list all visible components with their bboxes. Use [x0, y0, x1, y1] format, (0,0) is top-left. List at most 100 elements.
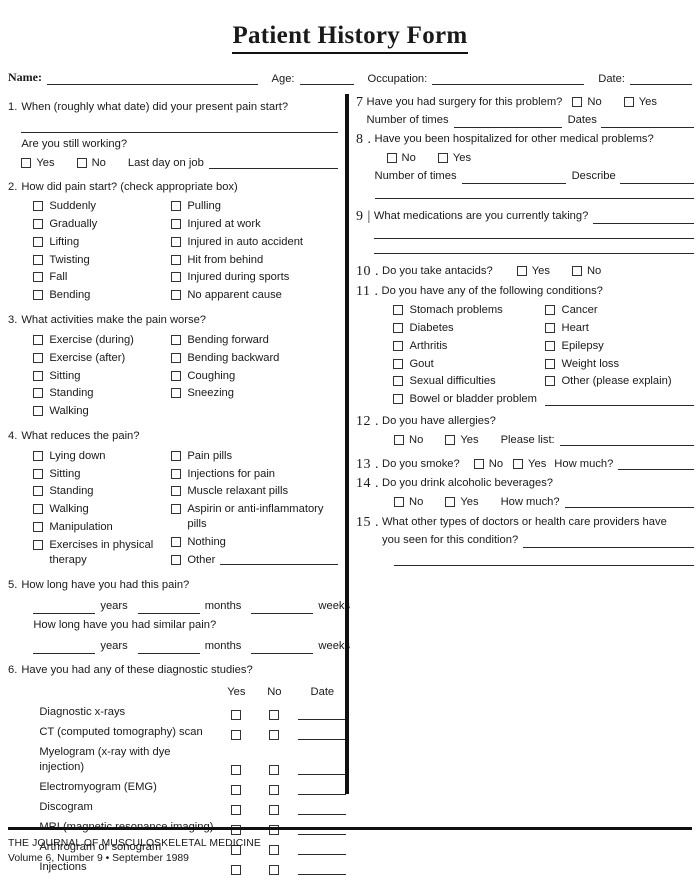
option-item[interactable]: Nothing — [171, 533, 338, 551]
hospitalized-times-input[interactable] — [461, 172, 566, 184]
surgery-times-input[interactable] — [453, 116, 562, 128]
still-working-yes[interactable]: Yes — [21, 156, 55, 171]
checkbox-icon[interactable] — [33, 352, 44, 363]
checkbox-icon[interactable] — [393, 305, 404, 316]
similar-pain-months-input[interactable] — [137, 642, 200, 654]
option-item[interactable]: Gout — [393, 355, 545, 373]
option-item[interactable]: Suddenly — [33, 198, 171, 216]
checkbox-icon[interactable] — [33, 539, 44, 550]
checkbox-icon[interactable] — [231, 710, 242, 721]
study-no-cell[interactable] — [255, 765, 293, 776]
checkbox-icon[interactable] — [33, 334, 44, 345]
checkbox-icon[interactable] — [171, 370, 182, 381]
hospitalized-describe-input[interactable] — [619, 172, 694, 184]
checkbox-icon[interactable] — [33, 290, 44, 301]
checkbox-icon[interactable] — [171, 486, 182, 497]
study-no-cell[interactable] — [255, 710, 293, 721]
checkbox-icon[interactable] — [171, 290, 182, 301]
checkbox-icon[interactable] — [171, 450, 182, 461]
alcohol-how-much-input[interactable] — [564, 496, 694, 509]
checkbox-icon[interactable] — [571, 266, 582, 277]
checkbox-icon[interactable] — [445, 497, 456, 508]
question-12-yes[interactable]: Yes — [445, 433, 479, 448]
checkbox-icon[interactable] — [171, 334, 182, 345]
study-yes-cell[interactable] — [217, 865, 255, 876]
checkbox-icon[interactable] — [394, 497, 404, 508]
checkbox-icon[interactable] — [33, 450, 44, 461]
question-4-other-input[interactable] — [220, 553, 338, 565]
checkbox-icon[interactable] — [171, 219, 182, 230]
checkbox-icon[interactable] — [171, 352, 182, 363]
checkbox-icon[interactable] — [171, 254, 182, 265]
study-yes-cell[interactable] — [217, 710, 255, 721]
study-no-cell[interactable] — [255, 865, 293, 876]
checkbox-icon[interactable] — [33, 201, 44, 212]
name-input[interactable] — [46, 73, 258, 85]
option-item[interactable]: Muscle relaxant pills — [171, 483, 338, 501]
option-item[interactable]: Gradually — [33, 216, 171, 234]
checkbox-icon[interactable] — [171, 236, 182, 247]
similar-pain-years-input[interactable] — [33, 642, 96, 654]
checkbox-icon[interactable] — [386, 153, 397, 164]
this-pain-weeks-input[interactable] — [251, 602, 314, 614]
checkbox-icon[interactable] — [231, 765, 242, 776]
checkbox-icon[interactable] — [394, 435, 404, 446]
option-item[interactable]: Stomach problems — [393, 302, 545, 320]
option-item[interactable]: Exercise (after) — [33, 349, 171, 367]
question-10-no[interactable]: No — [571, 264, 601, 279]
question-8-no[interactable]: No — [386, 151, 416, 166]
still-working-no[interactable]: No — [76, 156, 106, 171]
checkbox-icon[interactable] — [269, 765, 280, 776]
checkbox-icon[interactable] — [545, 305, 556, 316]
option-item[interactable]: Lying down — [33, 447, 171, 465]
surgery-dates-input[interactable] — [600, 116, 694, 128]
option-item[interactable]: Arthritis — [393, 337, 545, 355]
study-yes-cell[interactable] — [217, 785, 255, 796]
option-item[interactable]: Exercises in physical therapy — [33, 536, 171, 569]
medications-input-2[interactable] — [373, 227, 694, 239]
checkbox-icon[interactable] — [437, 153, 448, 164]
option-item[interactable]: Sexual difficulties — [393, 373, 545, 391]
option-item[interactable]: Lifting — [33, 233, 171, 251]
checkbox-icon[interactable] — [269, 865, 280, 876]
checkbox-icon[interactable] — [33, 504, 44, 515]
checkbox-icon[interactable] — [393, 358, 404, 369]
checkbox-icon[interactable] — [445, 435, 456, 446]
study-yes-cell[interactable] — [217, 765, 255, 776]
checkbox-icon[interactable] — [171, 468, 182, 479]
checkbox-icon[interactable] — [171, 554, 182, 565]
checkbox-icon[interactable] — [171, 504, 182, 515]
this-pain-years-input[interactable] — [33, 602, 96, 614]
checkbox-icon[interactable] — [33, 468, 44, 479]
medications-input-3[interactable] — [373, 242, 694, 254]
option-item[interactable]: Exercise (during) — [33, 331, 171, 349]
other-providers-input[interactable] — [523, 536, 694, 548]
checkbox-icon[interactable] — [231, 865, 242, 876]
checkbox-icon[interactable] — [231, 805, 242, 816]
checkbox-icon[interactable] — [545, 323, 556, 334]
checkbox-icon[interactable] — [33, 406, 44, 417]
checkbox-icon[interactable] — [33, 272, 44, 283]
checkbox-icon[interactable] — [231, 785, 242, 796]
checkbox-icon[interactable] — [76, 158, 87, 169]
checkbox-icon[interactable] — [269, 785, 280, 796]
question-13-yes[interactable]: Yes — [513, 457, 546, 472]
option-item[interactable]: Bending — [33, 287, 171, 305]
option-item[interactable]: Twisting — [33, 251, 171, 269]
option-item[interactable]: Weight loss — [545, 355, 694, 373]
this-pain-months-input[interactable] — [137, 602, 200, 614]
checkbox-icon[interactable] — [33, 486, 44, 497]
checkbox-icon[interactable] — [33, 370, 44, 381]
last-day-on-job-input[interactable] — [208, 157, 338, 170]
option-item[interactable]: Sitting — [33, 465, 171, 483]
checkbox-icon[interactable] — [516, 266, 527, 277]
option-item[interactable]: Standing — [33, 483, 171, 501]
option-item[interactable]: Injured in auto accident — [171, 233, 338, 251]
date-input[interactable] — [630, 73, 692, 85]
option-item[interactable]: Heart — [545, 320, 694, 338]
option-item[interactable]: Walking — [33, 403, 171, 421]
other-providers-input-2[interactable] — [394, 554, 694, 566]
checkbox-icon[interactable] — [171, 201, 182, 212]
medications-input[interactable] — [593, 212, 694, 224]
question-10-yes[interactable]: Yes — [516, 264, 550, 279]
